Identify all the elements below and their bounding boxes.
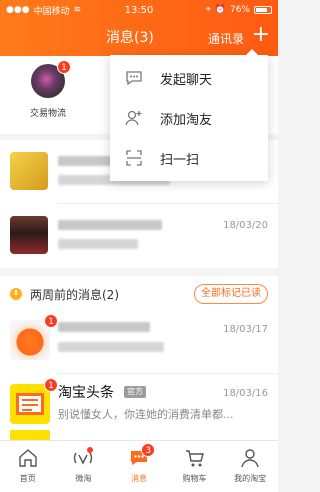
tab-messages[interactable]: 3 消息	[111, 441, 167, 492]
unread-badge: 1	[57, 60, 71, 74]
scan-icon	[124, 148, 144, 168]
mascot-avatar	[10, 320, 50, 360]
tab-weitao[interactable]: 微淘	[56, 441, 112, 492]
contacts-link[interactable]: 通讯录	[208, 30, 244, 47]
section-title: 两周前的消息(2)	[30, 288, 119, 302]
tab-label: 消息	[130, 474, 147, 483]
tab-my-taobao[interactable]: 我的淘宝	[222, 441, 278, 492]
message-date: 18/03/20	[223, 220, 268, 231]
blurred-name	[58, 322, 150, 332]
list-item[interactable]: 18/03/20	[0, 204, 278, 268]
notification-dot	[86, 447, 93, 453]
bottom-tab-bar: 首页 微淘 3 消息 购物车 我的淘宝	[0, 440, 278, 492]
next-item-peek	[10, 430, 50, 440]
chat-bubble-icon	[124, 68, 144, 88]
tab-label: 首页	[19, 474, 36, 483]
section-header: 两周前的消息(2) 全部标记已读	[0, 276, 278, 310]
home-icon	[19, 449, 37, 467]
menu-label: 发起聊天	[160, 72, 213, 88]
add-friend-icon	[124, 108, 144, 128]
unread-badge: 3	[141, 443, 156, 457]
navbar: 消息(3) 通讯录 +	[0, 20, 278, 56]
menu-label: 扫一扫	[160, 152, 200, 168]
tab-home[interactable]: 首页	[0, 441, 56, 492]
battery-icon	[254, 6, 272, 14]
mark-all-read-button[interactable]: 全部标记已读	[194, 284, 268, 304]
official-badge: 官方	[124, 386, 146, 398]
blurred-name	[58, 220, 162, 230]
conversation-thumbnail	[10, 216, 48, 254]
message-date: 18/03/16	[223, 388, 268, 399]
clock: 13:50	[124, 4, 154, 16]
sender-name: 淘宝头条	[58, 385, 114, 401]
older-messages-section: 两周前的消息(2) 全部标记已读 1 18/03/17 1 淘宝头条 官方 18…	[0, 276, 278, 446]
add-menu: 发起聊天 添加淘友 扫一扫	[110, 49, 268, 181]
message-date: 18/03/17	[223, 324, 268, 335]
clock-icon	[10, 288, 22, 300]
tab-cart[interactable]: 购物车	[167, 441, 223, 492]
add-button[interactable]: +	[252, 24, 270, 46]
tab-label: 我的淘宝	[234, 474, 267, 483]
menu-add-friend[interactable]: 添加淘友	[110, 97, 268, 139]
blurred-preview	[58, 239, 138, 249]
blurred-preview	[58, 342, 164, 352]
shortcut-trade-logistics[interactable]: 1 交易物流	[18, 60, 78, 119]
headline-logo-icon	[16, 393, 44, 415]
tab-label: 微淘	[75, 474, 92, 483]
list-item[interactable]: 1 18/03/17	[0, 310, 278, 374]
taobao-headline-logo	[10, 384, 50, 424]
menu-scan[interactable]: 扫一扫	[110, 137, 268, 179]
header: ●●● 中国移动 ≋ 13:50 ⌖ ⏰ 76% 消息(3) 通讯录 +	[0, 0, 278, 56]
status-bar: ●●● 中国移动 ≋ 13:50 ⌖ ⏰ 76%	[0, 0, 278, 20]
shortcut-label: 交易物流	[29, 109, 66, 119]
profile-icon	[241, 449, 259, 468]
conversation-thumbnail	[10, 152, 48, 190]
avatar: 1	[31, 60, 71, 98]
menu-label: 添加淘友	[160, 112, 213, 128]
list-item[interactable]: 1 淘宝头条 官方 18/03/16 别说懂女人，你连她的消费清单都...	[0, 374, 278, 438]
page-title: 消息(3)	[106, 30, 154, 46]
tab-label: 购物车	[182, 474, 207, 483]
unread-badge: 1	[44, 314, 58, 328]
message-preview: 别说懂女人，你连她的消费清单都...	[58, 408, 234, 421]
menu-start-chat[interactable]: 发起聊天	[110, 57, 268, 99]
unread-badge: 1	[44, 378, 58, 392]
cart-icon	[185, 450, 204, 467]
